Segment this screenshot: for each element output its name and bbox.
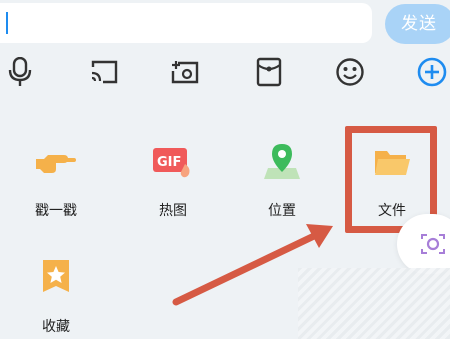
watermark: [298, 268, 450, 339]
